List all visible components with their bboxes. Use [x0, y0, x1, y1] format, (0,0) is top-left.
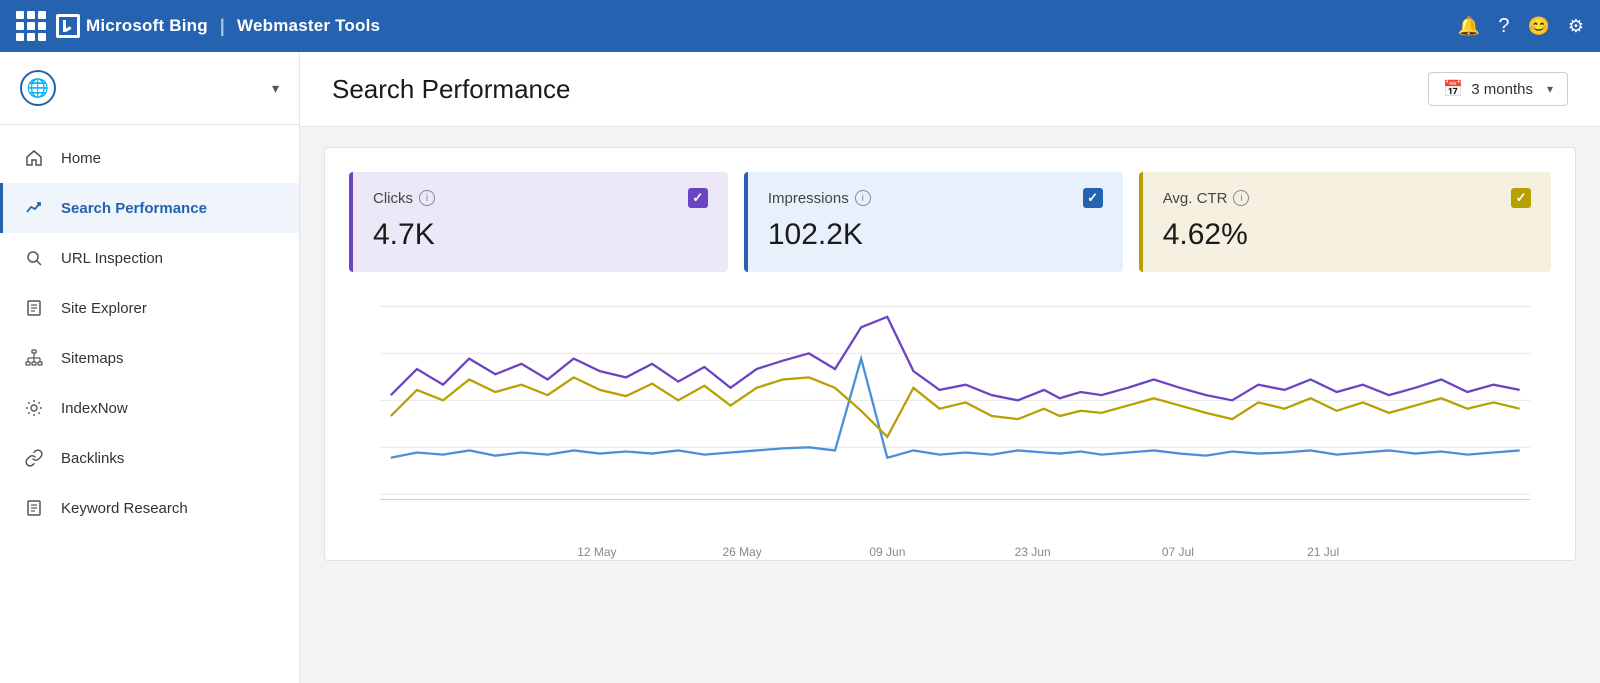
sidebar-item-sitemaps[interactable]: Sitemaps	[0, 333, 299, 383]
calendar-icon: 📅	[1443, 79, 1463, 99]
link-icon	[23, 447, 45, 469]
chart-svg	[349, 296, 1551, 536]
topbar-left: Microsoft Bing | Webmaster Tools	[16, 11, 380, 41]
clicks-label: Clicks i	[373, 190, 435, 207]
stat-card-clicks: Clicks i ✓ 4.7K	[349, 172, 728, 272]
sidebar-item-search-performance-label: Search Performance	[61, 200, 207, 217]
clicks-value: 4.7K	[373, 218, 708, 252]
sidebar-item-indexnow-label: IndexNow	[61, 400, 128, 417]
stat-card-avg-ctr-header: Avg. CTR i ✓	[1163, 188, 1531, 208]
x-label-2: 26 May	[670, 545, 815, 559]
topbar: Microsoft Bing | Webmaster Tools 🔔 ? 😊 ⚙	[0, 0, 1600, 52]
content-header: Search Performance 📅 3 months ▾	[300, 52, 1600, 127]
trend-icon	[23, 197, 45, 219]
sidebar-item-indexnow[interactable]: IndexNow	[0, 383, 299, 433]
page-title: Search Performance	[332, 74, 570, 105]
gear-icon	[23, 397, 45, 419]
sidebar-item-site-explorer-label: Site Explorer	[61, 300, 147, 317]
sidebar-item-home[interactable]: Home	[0, 133, 299, 183]
x-label-6: 21 Jul	[1251, 545, 1396, 559]
apps-grid-icon[interactable]	[16, 11, 46, 41]
date-filter-chevron-icon: ▾	[1547, 82, 1553, 96]
date-filter-label: 3 months	[1471, 81, 1533, 98]
impressions-info-icon[interactable]: i	[855, 190, 871, 206]
stat-card-clicks-header: Clicks i ✓	[373, 188, 708, 208]
brand-name: Microsoft Bing	[86, 16, 208, 36]
date-filter-button[interactable]: 📅 3 months ▾	[1428, 72, 1568, 106]
content-area: Search Performance 📅 3 months ▾ Clicks i…	[300, 52, 1600, 683]
sidebar-item-home-label: Home	[61, 150, 101, 167]
x-label-4: 23 Jun	[960, 545, 1105, 559]
product-name: Webmaster Tools	[237, 16, 380, 36]
main-layout: 🌐 ▾ Home Search Performan	[0, 52, 1600, 683]
sidebar-item-backlinks[interactable]: Backlinks	[0, 433, 299, 483]
search-icon	[23, 247, 45, 269]
avg-ctr-checkbox[interactable]: ✓	[1511, 188, 1531, 208]
account-icon[interactable]: 😊	[1527, 16, 1549, 37]
chart-x-labels: 12 May 26 May 09 Jun 23 Jun 07 Jul 21 Ju…	[349, 541, 1551, 559]
sidebar-chevron-icon: ▾	[272, 80, 279, 97]
avg-ctr-label: Avg. CTR i	[1163, 190, 1250, 207]
sidebar-item-keyword-research[interactable]: Keyword Research	[0, 483, 299, 533]
clicks-checkbox[interactable]: ✓	[688, 188, 708, 208]
sidebar-item-search-performance[interactable]: Search Performance	[0, 183, 299, 233]
sidebar-item-keyword-research-label: Keyword Research	[61, 500, 188, 517]
avg-ctr-value: 4.62%	[1163, 218, 1531, 252]
stats-container: Clicks i ✓ 4.7K Impressions i ✓	[324, 147, 1576, 561]
topbar-right: 🔔 ? 😊 ⚙	[1458, 15, 1584, 38]
x-label-0	[379, 545, 524, 559]
sidebar-item-url-inspection[interactable]: URL Inspection	[0, 233, 299, 283]
sidebar: 🌐 ▾ Home Search Performan	[0, 52, 300, 683]
bing-logo: Microsoft Bing | Webmaster Tools	[56, 14, 380, 38]
sidebar-item-sitemaps-label: Sitemaps	[61, 350, 124, 367]
stat-card-avg-ctr: Avg. CTR i ✓ 4.62%	[1139, 172, 1551, 272]
stats-cards: Clicks i ✓ 4.7K Impressions i ✓	[349, 172, 1551, 272]
sidebar-item-url-inspection-label: URL Inspection	[61, 250, 163, 267]
sidebar-item-site-explorer[interactable]: Site Explorer	[0, 283, 299, 333]
x-label-3: 09 Jun	[815, 545, 960, 559]
impressions-checkbox[interactable]: ✓	[1083, 188, 1103, 208]
x-label-7	[1396, 545, 1541, 559]
help-icon[interactable]: ?	[1498, 15, 1509, 38]
notification-icon[interactable]: 🔔	[1458, 16, 1480, 37]
stat-card-impressions: Impressions i ✓ 102.2K	[744, 172, 1123, 272]
globe-icon: 🌐	[20, 70, 56, 106]
document-icon	[23, 297, 45, 319]
chart-area: 12 May 26 May 09 Jun 23 Jun 07 Jul 21 Ju…	[349, 296, 1551, 536]
keyword-doc-icon	[23, 497, 45, 519]
brand-divider: |	[220, 16, 225, 37]
site-selector[interactable]: 🌐 ▾	[0, 52, 299, 125]
x-label-1: 12 May	[524, 545, 669, 559]
sitemap-icon	[23, 347, 45, 369]
sidebar-nav: Home Search Performance	[0, 125, 299, 683]
sidebar-item-backlinks-label: Backlinks	[61, 450, 124, 467]
clicks-info-icon[interactable]: i	[419, 190, 435, 206]
x-label-5: 07 Jul	[1105, 545, 1250, 559]
home-icon	[23, 147, 45, 169]
stat-card-impressions-header: Impressions i ✓	[768, 188, 1103, 208]
avg-ctr-info-icon[interactable]: i	[1233, 190, 1249, 206]
impressions-value: 102.2K	[768, 218, 1103, 252]
impressions-label: Impressions i	[768, 190, 871, 207]
settings-icon[interactable]: ⚙	[1568, 16, 1584, 37]
bing-logo-icon	[56, 14, 80, 38]
